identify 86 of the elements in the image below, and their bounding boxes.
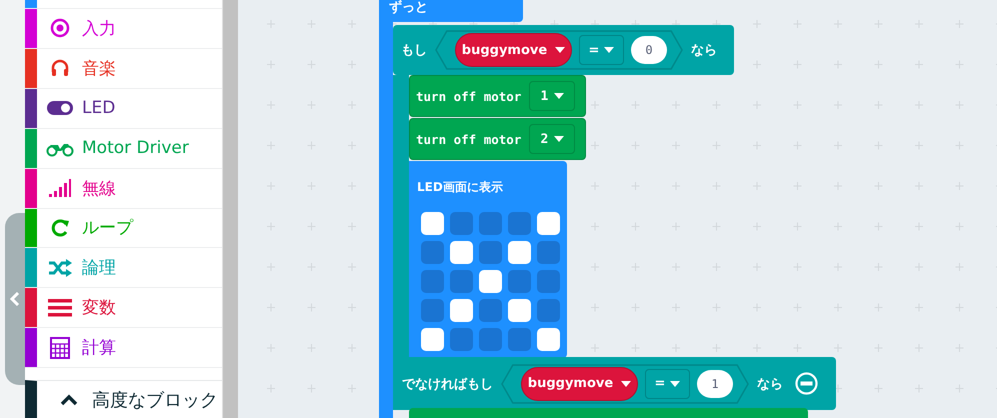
calculator-icon (50, 336, 70, 359)
led-toggle[interactable] (450, 328, 473, 351)
toggle-icon (46, 101, 72, 116)
block-label: なら (691, 42, 717, 59)
chevron-left-icon (10, 292, 20, 306)
stacked-lines-icon (48, 298, 72, 317)
led-toggle[interactable] (421, 212, 444, 235)
operator-dropdown[interactable]: = (645, 368, 690, 398)
led-toggle[interactable] (479, 241, 502, 264)
number-field[interactable]: 1 (697, 370, 733, 398)
caret-icon (604, 47, 614, 53)
led-toggle[interactable] (479, 212, 502, 235)
block-label: なら (757, 376, 783, 392)
target-icon (50, 18, 70, 38)
led-toggle[interactable] (421, 328, 444, 351)
led-toggle[interactable] (508, 212, 531, 235)
category-label: LED (82, 98, 116, 118)
led-toggle[interactable] (508, 328, 531, 351)
led-toggle[interactable] (421, 241, 444, 264)
led-toggle[interactable] (450, 270, 473, 293)
led-toggle[interactable] (537, 241, 560, 264)
motor-block[interactable]: turn off motor 1 (409, 75, 586, 117)
category-label: 計算 (82, 337, 116, 360)
motor-dropdown[interactable]: 1 (529, 81, 576, 111)
scrollbar[interactable] (222, 0, 238, 418)
if-block[interactable]: もし buggymove = 0 なら (393, 25, 734, 75)
operator-dropdown[interactable]: = (579, 35, 624, 65)
category-label: 音楽 (82, 58, 116, 80)
show-leds-block[interactable]: LED画面に表示 (409, 161, 567, 358)
block-label: でなければもし (402, 376, 493, 392)
variable-dropdown[interactable]: buggymove (521, 366, 638, 400)
chevron-up-icon (60, 394, 78, 406)
category-label: 変数 (82, 297, 116, 320)
led-toggle[interactable] (450, 212, 473, 235)
toolbox-category[interactable]: 音楽 (25, 48, 222, 89)
remove-icon[interactable] (795, 372, 818, 395)
toolbox-category[interactable]: 論理 (25, 248, 222, 288)
headphones-icon (50, 58, 70, 78)
toolbox-category[interactable]: Motor Driver (25, 128, 222, 169)
block-label: ずっと (389, 0, 428, 16)
number-field[interactable]: 0 (631, 36, 667, 64)
category-label: 論理 (82, 257, 116, 280)
toolbox-category[interactable] (25, 0, 222, 9)
block-label: LED画面に表示 (417, 180, 503, 194)
toolbox-category[interactable]: LED (25, 88, 222, 129)
collapse-toolbox-button[interactable] (5, 213, 25, 385)
motor-dropdown[interactable]: 2 (529, 124, 576, 154)
led-toggle[interactable] (537, 299, 560, 322)
variable-dropdown[interactable]: buggymove (455, 33, 572, 67)
led-toggle[interactable] (479, 328, 502, 351)
shuffle-icon (48, 258, 72, 278)
caret-icon (670, 380, 680, 386)
led-toggle[interactable] (479, 270, 502, 293)
loop-arrow-icon (50, 218, 70, 238)
block-label: turn off motor (416, 88, 522, 104)
toolbox-category[interactable]: 変数 (25, 288, 222, 328)
caret-icon (554, 93, 564, 99)
caret-icon (621, 380, 632, 386)
led-toggle[interactable] (508, 299, 531, 322)
toolbox-category[interactable]: 計算 (25, 328, 222, 368)
category-label: 高度なブロック (92, 388, 218, 412)
motor-block[interactable]: turn off motor 2 (409, 118, 586, 160)
category-label: ループ (82, 217, 133, 240)
else-if-block[interactable]: でなければもし buggymove = 1 なら (393, 357, 836, 410)
category-label: 入力 (82, 18, 116, 40)
caret-icon (554, 136, 564, 142)
led-toggle[interactable] (537, 212, 560, 235)
led-toggle[interactable] (537, 270, 560, 293)
toolbox-category[interactable]: 入力 (25, 8, 222, 49)
led-toggle[interactable] (421, 299, 444, 322)
toolbox-category[interactable]: 無線 (25, 168, 222, 209)
led-toggle[interactable] (450, 241, 473, 264)
category-label: Motor Driver (82, 138, 189, 158)
signal-bars-icon (48, 179, 70, 198)
toolbox-category[interactable]: ループ (25, 208, 222, 248)
led-toggle[interactable] (421, 270, 444, 293)
led-toggle[interactable] (508, 241, 531, 264)
led-toggle[interactable] (450, 299, 473, 322)
led-toggle[interactable] (508, 270, 531, 293)
caret-icon (555, 47, 566, 53)
led-toggle[interactable] (479, 299, 502, 322)
category-label: 無線 (82, 178, 116, 200)
block-label: もし (401, 42, 427, 59)
block-label: turn off motor (416, 132, 522, 146)
forever-block[interactable]: ずっと (379, 0, 523, 22)
led-toggle[interactable] (537, 328, 560, 351)
